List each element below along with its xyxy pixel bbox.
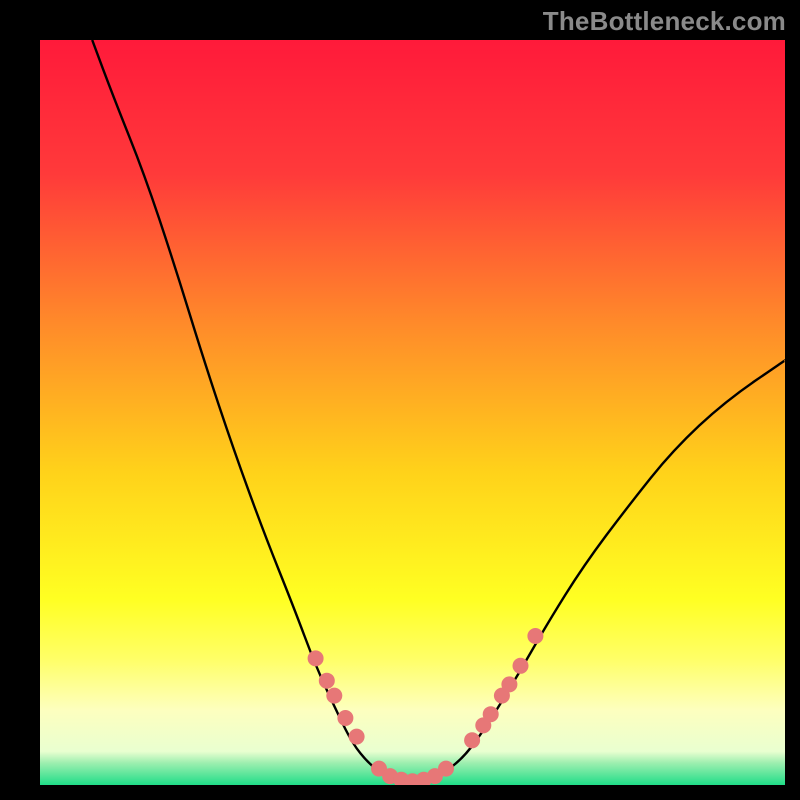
data-point [513, 658, 529, 674]
data-point [464, 732, 480, 748]
plot-area [40, 40, 785, 785]
data-point [483, 706, 499, 722]
data-point [319, 673, 335, 689]
gradient-background [40, 40, 785, 785]
chart-frame: TheBottleneck.com [0, 0, 800, 800]
data-point [527, 628, 543, 644]
data-point [349, 729, 365, 745]
data-point [501, 676, 517, 692]
data-point [326, 688, 342, 704]
data-point [308, 650, 324, 666]
chart-svg [40, 40, 785, 785]
data-point [337, 710, 353, 726]
watermark-text: TheBottleneck.com [543, 6, 786, 37]
data-point [438, 761, 454, 777]
